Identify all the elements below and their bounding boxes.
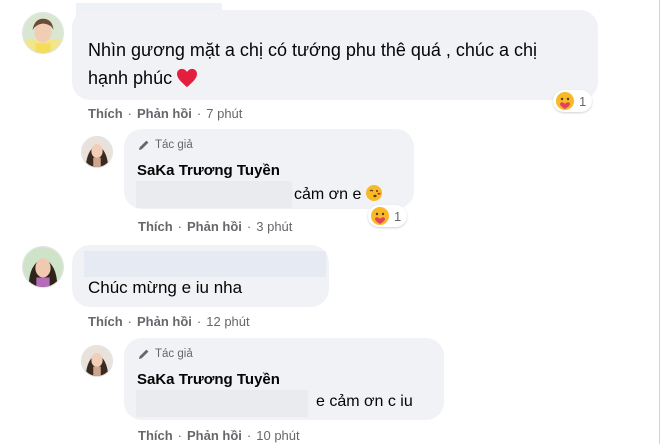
pencil-icon	[139, 140, 149, 150]
timestamp[interactable]: 12 phút	[206, 314, 249, 329]
author-name[interactable]: SaKa Trương Tuyền	[137, 162, 280, 179]
comment-text-line: Nhìn gương mặt a chị có tướng phu thê qu…	[88, 40, 537, 60]
reply-button[interactable]: Phản hồi	[137, 106, 192, 121]
care-reaction-icon	[371, 207, 389, 225]
comment-actions: Thích · Phản hồi · 12 phút	[88, 314, 250, 329]
timestamp[interactable]: 7 phút	[206, 106, 242, 121]
timestamp[interactable]: 10 phút	[256, 428, 299, 443]
reaction-count-badge[interactable]: 1	[368, 205, 408, 227]
timestamp[interactable]: 3 phút	[256, 219, 292, 234]
comment-thread: Nhìn gương mặt a chị có tướng phu thê qu…	[0, 0, 660, 444]
like-button[interactable]: Thích	[88, 314, 123, 329]
like-button[interactable]: Thích	[138, 219, 173, 234]
reaction-count: 1	[394, 208, 402, 224]
author-name[interactable]: SaKa Trương Tuyền	[137, 371, 280, 388]
comment-actions: Thích · Phản hồi · 7 phút	[88, 106, 243, 121]
red-heart-icon	[177, 68, 198, 88]
reaction-count: 1	[579, 93, 587, 109]
redacted-text	[136, 181, 292, 208]
author-avatar[interactable]	[81, 345, 113, 377]
kissing-face-icon	[366, 185, 383, 201]
reply-button[interactable]: Phản hồi	[187, 428, 242, 443]
comment-text-line: hạnh phúc	[88, 64, 198, 92]
author-tag: Tác giả	[138, 139, 193, 151]
like-button[interactable]: Thích	[88, 106, 123, 121]
redacted-text	[136, 390, 308, 417]
comment-text: Chúc mừng e iu nha	[88, 278, 243, 297]
commenter-avatar[interactable]	[22, 12, 64, 54]
like-button[interactable]: Thích	[138, 428, 173, 443]
commenter-avatar[interactable]	[22, 246, 64, 288]
reply-actions: Thích · Phản hồi · 3 phút	[138, 219, 293, 234]
reply-text: cảm ơn e	[294, 184, 383, 204]
reply-button[interactable]: Phản hồi	[137, 314, 192, 329]
pencil-icon	[139, 349, 149, 359]
care-reaction-icon	[556, 92, 574, 110]
reply-button[interactable]: Phản hồi	[187, 219, 242, 234]
reaction-count-badge[interactable]: 1	[553, 90, 593, 112]
author-tag: Tác giả	[138, 348, 193, 360]
author-avatar[interactable]	[81, 136, 113, 168]
reply-actions: Thích · Phản hồi · 10 phút	[138, 428, 300, 443]
reply-text: e cảm ơn c iu	[316, 393, 413, 410]
